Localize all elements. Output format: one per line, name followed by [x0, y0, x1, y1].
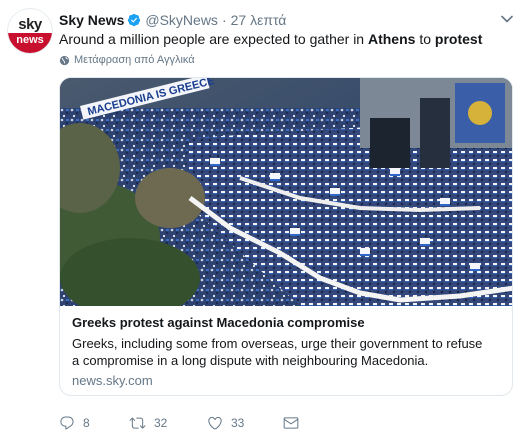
card-description: Greeks, including some from overseas, ur… — [72, 336, 483, 368]
globe-icon — [59, 55, 70, 65]
author-name[interactable]: Sky News — [59, 12, 124, 28]
verified-badge-icon — [128, 13, 141, 27]
translate-link[interactable]: Μετάφραση από Αγγλικά — [59, 54, 195, 66]
card-body: Greeks protest against Macedonia comprom… — [60, 306, 512, 388]
tweet-text: Around a million people are expected to … — [59, 31, 482, 47]
tweet-actions: 8 32 33 — [59, 413, 307, 433]
retweet-count: 32 — [154, 416, 168, 430]
link-card[interactable]: MACEDONIA IS GREECE Greeks protest again… — [59, 77, 513, 396]
like-button[interactable]: 33 — [207, 415, 283, 431]
like-count: 33 — [231, 416, 245, 430]
reply-icon — [60, 416, 74, 430]
card-domain: news.sky.com — [72, 373, 153, 388]
card-image: MACEDONIA IS GREECE — [60, 78, 512, 306]
chevron-down-icon[interactable] — [500, 12, 514, 26]
avatar-sky-text: sky — [18, 16, 42, 33]
like-icon — [208, 416, 222, 430]
tweet-text-part: Around a million people are expected to … — [59, 31, 368, 47]
tweet-header: Sky News @SkyNews · 27 λεπτά — [59, 11, 286, 29]
author-handle[interactable]: @SkyNews — [145, 12, 218, 28]
card-title: Greeks protest against Macedonia comprom… — [72, 315, 365, 330]
retweet-button[interactable]: 32 — [129, 415, 207, 431]
avatar-news-text: news — [8, 33, 52, 53]
tweet-text-part: to — [415, 31, 435, 47]
protest-crowd-image: MACEDONIA IS GREECE — [60, 78, 512, 306]
tweet-timestamp[interactable]: 27 λεπτά — [231, 12, 287, 28]
direct-message-button[interactable] — [283, 415, 307, 431]
tweet-text-bold-protest: protest — [434, 31, 483, 47]
reply-count: 8 — [83, 416, 90, 430]
retweet-icon — [129, 417, 146, 429]
message-icon — [283, 417, 299, 429]
separator-dot: · — [221, 12, 227, 28]
avatar[interactable]: sky news — [8, 9, 52, 53]
translate-label: Μετάφραση από Αγγλικά — [74, 54, 195, 66]
reply-button[interactable]: 8 — [59, 415, 129, 431]
tweet-text-bold-athens: Athens — [367, 31, 416, 47]
tweet: sky news Sky News @SkyNews · 27 λεπτά Ar… — [0, 0, 532, 435]
